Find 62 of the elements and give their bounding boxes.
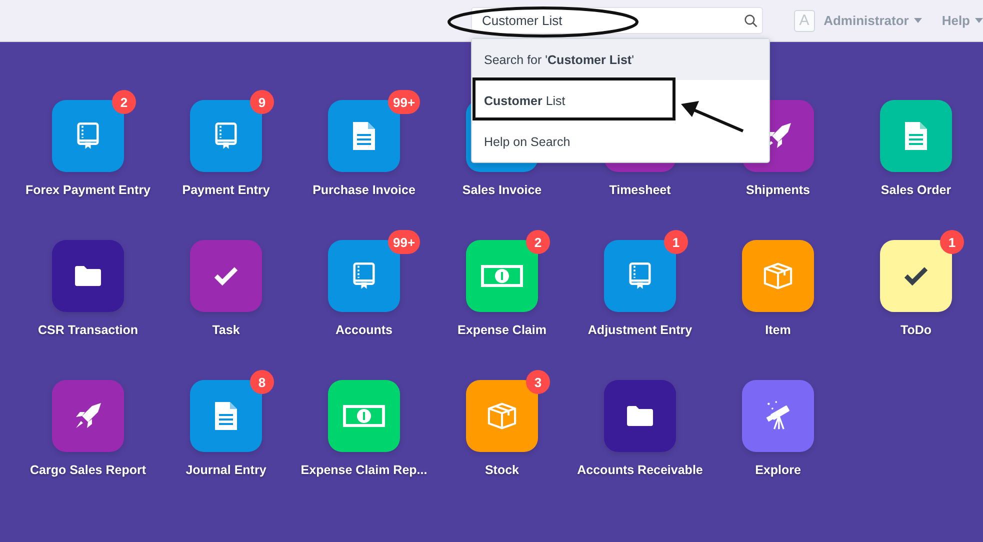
checkmark-icon	[903, 266, 929, 286]
search-result[interactable]: Help on Search	[472, 121, 769, 162]
app-label[interactable]: Item	[765, 323, 791, 337]
app-label[interactable]: Timesheet	[609, 183, 671, 197]
search-result[interactable]: Customer List	[472, 80, 769, 121]
app-label[interactable]: Stock	[484, 463, 520, 477]
app-label[interactable]: Forex Payment Entry	[25, 183, 151, 197]
app-tile[interactable]	[742, 240, 814, 312]
document-icon	[214, 401, 238, 431]
app-tile[interactable]	[52, 240, 124, 312]
book-icon	[215, 122, 237, 150]
app-label[interactable]: Explore	[755, 463, 801, 477]
count-badge: 99+	[388, 90, 420, 114]
app-label[interactable]: Journal Entry	[186, 463, 266, 477]
count-badge: 1	[940, 230, 964, 254]
checkmark-icon	[213, 266, 239, 286]
document-icon	[352, 121, 376, 151]
count-badge: 8	[250, 370, 274, 394]
folder-icon	[74, 265, 102, 287]
folder-icon	[626, 405, 654, 427]
book-icon	[353, 262, 375, 290]
caret-icon	[914, 18, 922, 23]
app-label[interactable]: Cargo Sales Report	[30, 463, 146, 477]
box-icon	[487, 402, 517, 430]
rocket-icon	[73, 401, 103, 431]
book-icon	[77, 122, 99, 150]
banknote-icon	[342, 404, 386, 428]
app-tile[interactable]	[190, 240, 262, 312]
app-tile[interactable]	[328, 380, 400, 452]
app-label[interactable]: Shipments	[746, 183, 810, 197]
app-label[interactable]: Expense Claim	[458, 323, 546, 337]
app-label[interactable]: Accounts	[336, 323, 392, 337]
app-label[interactable]: Payment Entry	[182, 183, 270, 197]
caret-icon	[975, 18, 983, 23]
count-badge: 1	[664, 230, 688, 254]
app-label[interactable]: Purchase Invoice	[312, 183, 416, 197]
app-label[interactable]: Expense Claim Rep...	[300, 463, 428, 477]
count-badge: 2	[526, 230, 550, 254]
search-result[interactable]: Search for 'Customer List'	[472, 39, 769, 80]
app-tile[interactable]	[880, 100, 952, 172]
app-label[interactable]: Sales Invoice	[462, 183, 542, 197]
app-tile[interactable]	[604, 380, 676, 452]
telescope-icon	[764, 400, 792, 432]
book-icon	[629, 262, 651, 290]
app-tile[interactable]	[52, 380, 124, 452]
app-tile[interactable]	[742, 380, 814, 452]
document-icon	[904, 121, 928, 151]
app-label[interactable]: Sales Order	[880, 183, 952, 197]
search-icon[interactable]	[744, 14, 758, 28]
count-badge: 3	[526, 370, 550, 394]
banknote-icon	[480, 264, 524, 288]
app-label[interactable]: Adjustment Entry	[588, 323, 692, 337]
app-label[interactable]: ToDo	[900, 323, 932, 337]
arrow	[681, 101, 744, 132]
search-field[interactable]: Customer List	[471, 7, 764, 34]
app-label[interactable]: Task	[212, 323, 240, 337]
box-icon	[763, 262, 793, 290]
count-badge: 9	[250, 90, 274, 114]
count-badge: 2	[112, 90, 136, 114]
app-label[interactable]: CSR Transaction	[38, 323, 138, 337]
count-badge: 99+	[388, 230, 420, 254]
app-label[interactable]: Accounts Receivable	[577, 463, 703, 477]
